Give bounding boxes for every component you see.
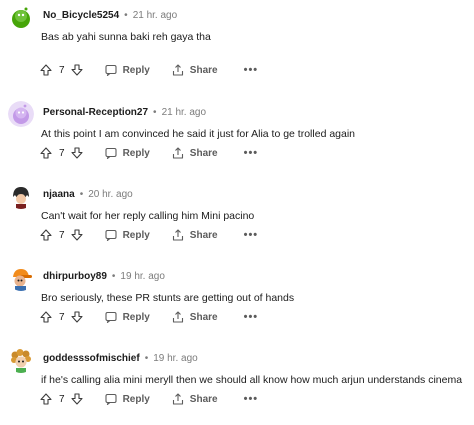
more-options-icon[interactable]: ••• bbox=[244, 64, 259, 76]
more-options-icon[interactable]: ••• bbox=[244, 311, 259, 323]
upvote-icon[interactable] bbox=[40, 393, 52, 405]
share-icon bbox=[172, 64, 183, 76]
share-label: Share bbox=[189, 229, 218, 241]
reply-label: Reply bbox=[122, 311, 150, 323]
comment-bubble-icon bbox=[105, 393, 117, 405]
share-button[interactable]: Share bbox=[172, 64, 218, 76]
reply-label: Reply bbox=[122, 64, 150, 76]
separator-dot: • bbox=[79, 189, 84, 200]
username[interactable]: dhirpurboy89 bbox=[43, 271, 107, 282]
downvote-icon[interactable] bbox=[71, 64, 83, 76]
upvote-icon[interactable] bbox=[40, 229, 52, 241]
comment-actions: 7 Reply Share ••• bbox=[36, 390, 258, 408]
username[interactable]: No_Bicycle5254 bbox=[43, 10, 119, 21]
comment-header: Personal-Reception27 • 21 hr. ago bbox=[43, 107, 206, 119]
share-icon bbox=[172, 311, 183, 323]
reply-button[interactable]: Reply bbox=[105, 147, 150, 159]
comment: Personal-Reception27 • 21 hr. ago At this … bbox=[0, 97, 474, 179]
timestamp[interactable]: 21 hr. ago bbox=[133, 10, 177, 21]
avatar[interactable] bbox=[8, 4, 34, 30]
comment-body: Can't wait for her reply calling him Min… bbox=[41, 210, 255, 222]
vote-count: 7 bbox=[59, 393, 65, 405]
share-button[interactable]: Share bbox=[172, 147, 218, 159]
comment: dhirpurboy89 • 19 hr. ago Bro seriously, t… bbox=[0, 261, 474, 343]
separator-dot: • bbox=[144, 353, 149, 364]
more-options-icon[interactable]: ••• bbox=[244, 147, 259, 159]
comment-header: dhirpurboy89 • 19 hr. ago bbox=[43, 271, 165, 283]
timestamp[interactable]: 19 hr. ago bbox=[153, 353, 197, 364]
comment-body: At this point I am convinced he said it … bbox=[41, 128, 356, 140]
share-icon bbox=[172, 147, 183, 159]
comment-body: Bro seriously, these PR stunts are getti… bbox=[41, 292, 295, 304]
comment-actions: 7 Reply Share ••• bbox=[36, 226, 258, 244]
vote-count: 7 bbox=[59, 147, 65, 159]
upvote-icon[interactable] bbox=[40, 64, 52, 76]
share-label: Share bbox=[189, 311, 218, 323]
comment-actions: 7 Reply Share ••• bbox=[36, 61, 258, 79]
username[interactable]: njaana bbox=[43, 189, 75, 200]
separator-dot: • bbox=[111, 271, 116, 282]
vote-count: 7 bbox=[59, 311, 65, 323]
comment-actions: 7 Reply Share ••• bbox=[36, 308, 258, 326]
username[interactable]: goddesssofmischief bbox=[43, 353, 140, 364]
comment-header: No_Bicycle5254 • 21 hr. ago bbox=[43, 10, 177, 22]
reply-button[interactable]: Reply bbox=[105, 311, 150, 323]
downvote-icon[interactable] bbox=[71, 311, 83, 323]
avatar[interactable] bbox=[8, 347, 34, 373]
share-label: Share bbox=[189, 393, 218, 405]
comment-bubble-icon bbox=[105, 64, 117, 76]
upvote-icon[interactable] bbox=[40, 311, 52, 323]
downvote-icon[interactable] bbox=[71, 229, 83, 241]
share-label: Share bbox=[189, 64, 218, 76]
avatar[interactable] bbox=[8, 183, 34, 209]
username[interactable]: Personal-Reception27 bbox=[43, 107, 148, 118]
reply-label: Reply bbox=[122, 147, 150, 159]
reply-button[interactable]: Reply bbox=[105, 64, 150, 76]
reply-label: Reply bbox=[122, 229, 150, 241]
comment: goddesssofmischief • 19 hr. ago if he's ca… bbox=[0, 343, 474, 425]
share-icon bbox=[172, 393, 183, 405]
more-options-icon[interactable]: ••• bbox=[244, 393, 259, 405]
reply-button[interactable]: Reply bbox=[105, 393, 150, 405]
comment: njaana • 20 hr. ago Can't wait for her rep… bbox=[0, 179, 474, 261]
comment: No_Bicycle5254 • 21 hr. ago Bas ab yahi su… bbox=[0, 0, 474, 82]
comment-body: Bas ab yahi sunna baki reh gaya tha bbox=[41, 31, 211, 43]
share-button[interactable]: Share bbox=[172, 393, 218, 405]
downvote-icon[interactable] bbox=[71, 147, 83, 159]
timestamp[interactable]: 21 hr. ago bbox=[162, 107, 206, 118]
downvote-icon[interactable] bbox=[71, 393, 83, 405]
vote-count: 7 bbox=[59, 229, 65, 241]
separator-dot: • bbox=[153, 107, 157, 118]
share-icon bbox=[172, 229, 183, 241]
share-button[interactable]: Share bbox=[172, 229, 218, 241]
comment-body: if he's calling alia mini meryll then we… bbox=[41, 374, 463, 386]
comment-bubble-icon bbox=[105, 311, 117, 323]
reply-button[interactable]: Reply bbox=[105, 229, 150, 241]
avatar[interactable] bbox=[8, 101, 34, 127]
separator-dot: • bbox=[124, 10, 128, 21]
comment-actions: 7 Reply Share ••• bbox=[36, 144, 258, 162]
comment-header: goddesssofmischief • 19 hr. ago bbox=[43, 353, 198, 365]
share-label: Share bbox=[189, 147, 218, 159]
avatar[interactable] bbox=[8, 265, 34, 291]
comment-bubble-icon bbox=[105, 229, 117, 241]
reply-label: Reply bbox=[122, 393, 150, 405]
timestamp[interactable]: 20 hr. ago bbox=[88, 189, 132, 200]
share-button[interactable]: Share bbox=[172, 311, 218, 323]
comment-bubble-icon bbox=[105, 147, 117, 159]
vote-count: 7 bbox=[59, 64, 65, 76]
timestamp[interactable]: 19 hr. ago bbox=[120, 271, 164, 282]
upvote-icon[interactable] bbox=[40, 147, 52, 159]
more-options-icon[interactable]: ••• bbox=[244, 229, 259, 241]
comment-header: njaana • 20 hr. ago bbox=[43, 189, 133, 201]
